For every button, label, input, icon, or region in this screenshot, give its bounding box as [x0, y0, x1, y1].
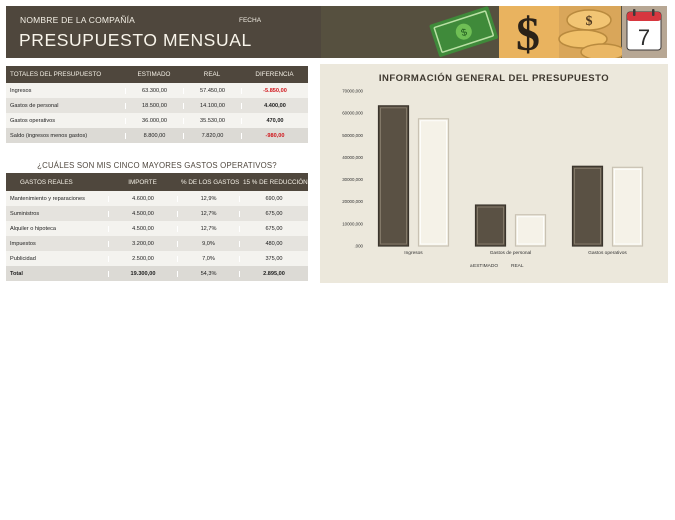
row-label: Gastos de personal — [10, 102, 59, 109]
estimado-cell: 36.000,00 — [125, 117, 183, 124]
y-tick-label: 60000,000 — [342, 111, 363, 116]
bar-estimado-0 — [377, 105, 410, 247]
budget-chart: INFORMACIÓN GENERAL DEL PRESUPUESTO .000… — [320, 64, 668, 283]
y-tick-label: 50000,000 — [342, 133, 363, 138]
coins-icon: $ — [558, 6, 626, 58]
x-tick-label: Gastos operativos — [588, 250, 627, 256]
page-title: PRESUPUESTO MENSUAL — [19, 30, 252, 50]
x-tick-label: Ingresos — [404, 250, 423, 256]
estimado-cell: 63.300,00 — [125, 87, 183, 94]
expenses-question: ¿CUÁLES SON MIS CINCO MAYORES GASTOS OPE… — [37, 161, 277, 170]
y-tick-label: 30000,000 — [342, 177, 363, 182]
column-header: % DE LOS GASTOS — [181, 178, 240, 186]
column-header: GASTOS REALES — [20, 178, 73, 186]
row-label: Mantenimiento y reparaciones — [10, 195, 85, 202]
table-row: Impuestos 3.200,00 9,0% 480,00 — [6, 236, 308, 251]
bar-real-2 — [611, 166, 644, 247]
table-row: Suministros 4.500,00 12,7% 675,00 — [6, 206, 308, 221]
row-label: Saldo (ingresos menos gastos) — [10, 132, 88, 139]
real-cell: 14.100,00 — [183, 102, 241, 109]
pct-cell: 12,7% — [177, 225, 239, 232]
real-cell: 57.450,00 — [183, 87, 241, 94]
totals-header-row: TOTALES DEL PRESUPUESTO ESTIMADO REAL DI… — [6, 66, 308, 83]
diferencia-cell: 470,00 — [241, 117, 308, 124]
table-row: Ingresos 63.300,00 57.450,00 -5.850,00 — [6, 83, 308, 98]
total-row: Total 19.300,00 54,3% 2.895,00 — [6, 266, 308, 281]
legend-label-real: REAL — [511, 263, 524, 269]
legend-label-estimado: ESTIMADO — [473, 263, 498, 269]
company-name: NOMBRE DE LA COMPAÑÍA — [20, 15, 136, 25]
row-label: Alquiler o hipoteca — [10, 225, 57, 232]
date-label: FECHA — [239, 17, 262, 24]
totals-table: TOTALES DEL PRESUPUESTO ESTIMADO REAL DI… — [6, 66, 308, 143]
row-label: Total — [10, 270, 23, 277]
pct-cell: 7,0% — [177, 255, 239, 262]
reduccion-cell: 480,00 — [239, 240, 308, 247]
y-tick-label: 10000,000 — [342, 221, 363, 226]
pct-cell: 12,9% — [177, 195, 239, 202]
importe-cell: 4.500,00 — [108, 225, 177, 232]
diferencia-cell: -980,00 — [241, 132, 308, 139]
row-label: Ingresos — [10, 87, 32, 94]
y-tick-label: 40000,000 — [342, 155, 363, 160]
pct-cell: 12,7% — [177, 210, 239, 217]
expenses-table: GASTOS REALES IMPORTE % DE LOS GASTOS 15… — [6, 173, 308, 281]
estimado-cell: 18.500,00 — [125, 102, 183, 109]
reduccion-cell: 375,00 — [239, 255, 308, 262]
bar-real-1 — [514, 214, 547, 247]
chart-canvas: .000 10000,000 20000,000 30000,000 40000,000… — [342, 89, 644, 269]
y-tick-label: 20000,000 — [342, 199, 363, 204]
row-label: Gastos operativos — [10, 117, 56, 124]
row-label: Suministros — [10, 210, 40, 217]
importe-cell: 4.600,00 — [108, 195, 177, 202]
svg-text:$: $ — [586, 14, 593, 29]
diferencia-cell: 4.400,00 — [241, 102, 308, 109]
svg-text:$: $ — [516, 8, 540, 58]
row-label: Publicidad — [10, 255, 36, 262]
reduccion-cell: 690,00 — [239, 195, 308, 202]
header-artwork: $ $ $ 7 — [321, 6, 667, 58]
importe-cell: 3.200,00 — [108, 240, 177, 247]
table-row: Gastos de personal 18.500,00 14.100,00 4… — [6, 98, 308, 113]
expenses-header-row: GASTOS REALES IMPORTE % DE LOS GASTOS 15… — [6, 173, 308, 191]
x-tick-label: Gastos de personal — [490, 250, 532, 256]
y-tick-label: 70000,000 — [342, 89, 363, 94]
reduccion-cell: 2.895,00 — [239, 270, 308, 277]
reduccion-cell: 675,00 — [239, 225, 308, 232]
table-row: Gastos operativos 36.000,00 35.530,00 47… — [6, 113, 308, 128]
importe-cell: 19.300,00 — [108, 270, 177, 277]
column-header: ESTIMADO — [137, 71, 171, 78]
column-header: DIFERENCIA — [255, 71, 294, 78]
real-cell: 35.530,00 — [183, 117, 241, 124]
calendar-icon: 7 — [622, 6, 667, 58]
header-banner: NOMBRE DE LA COMPAÑÍA FECHA PRESUPUESTO … — [6, 6, 667, 58]
bar-estimado-1 — [474, 204, 507, 247]
reduccion-cell: 675,00 — [239, 210, 308, 217]
importe-cell: 4.500,00 — [108, 210, 177, 217]
bar-estimado-2 — [571, 165, 604, 247]
importe-cell: 2.500,00 — [108, 255, 177, 262]
y-tick-label: .000 — [354, 244, 363, 249]
row-label: Impuestos — [10, 240, 36, 247]
table-row: Saldo (ingresos menos gastos) 8.800,00 7… — [6, 128, 308, 143]
pct-cell: 9,0% — [177, 240, 239, 247]
column-header: REAL — [203, 71, 221, 78]
column-header: 15 % DE REDUCCIÓN — [243, 178, 308, 186]
column-header: TOTALES DEL PRESUPUESTO — [10, 71, 102, 78]
calendar-day: 7 — [638, 25, 650, 50]
table-row: Publicidad 2.500,00 7,0% 375,00 — [6, 251, 308, 266]
dollar-sign-icon: $ — [499, 6, 559, 58]
estimado-cell: 8.800,00 — [125, 132, 183, 139]
diferencia-cell: -5.850,00 — [241, 87, 308, 94]
column-header: IMPORTE — [128, 178, 157, 186]
table-row: Mantenimiento y reparaciones 4.600,00 12… — [6, 191, 308, 206]
bar-real-0 — [417, 118, 450, 247]
table-row: Alquiler o hipoteca 4.500,00 12,7% 675,0… — [6, 221, 308, 236]
pct-cell: 54,3% — [177, 270, 239, 277]
real-cell: 7.820,00 — [183, 132, 241, 139]
